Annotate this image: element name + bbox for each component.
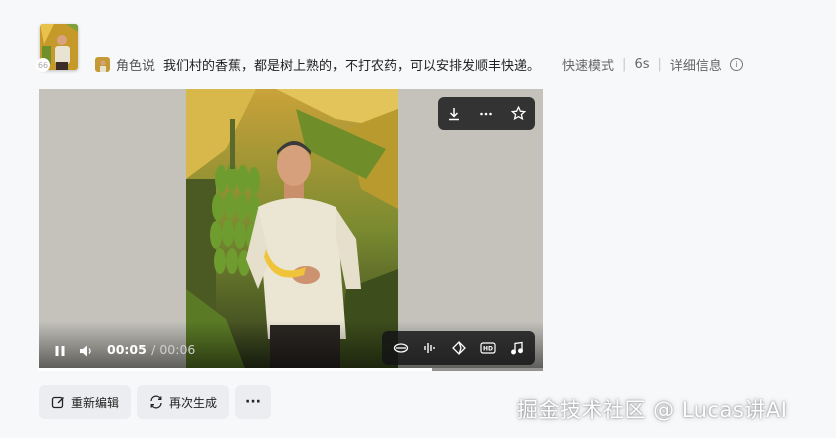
avatar-badge: 66 <box>36 58 50 72</box>
video-bottom-toolbar: HD <box>382 331 535 365</box>
regenerate-button[interactable]: 再次生成 <box>137 385 230 419</box>
current-time: 00:05 <box>107 342 147 357</box>
duration-label: 6s <box>634 56 650 72</box>
lip-sync-icon[interactable] <box>390 337 412 359</box>
time-display: 00:05 / 00:06 <box>107 342 195 357</box>
total-time: / 00:06 <box>151 342 196 357</box>
audio-wave-icon[interactable] <box>419 337 441 359</box>
playback-controls: 00:05 / 00:06 <box>53 342 195 357</box>
music-icon[interactable] <box>506 337 528 359</box>
progress-bar[interactable] <box>39 368 543 371</box>
progress-fill <box>39 368 433 371</box>
edit-icon <box>51 396 64 409</box>
role-name: 角色说 <box>116 58 156 74</box>
reedit-button[interactable]: 重新编辑 <box>39 385 132 419</box>
separator: | <box>622 56 627 72</box>
more-icon[interactable] <box>475 103 497 125</box>
pause-icon[interactable] <box>53 343 67 357</box>
separator: | <box>657 56 662 72</box>
role-avatar-icon <box>95 56 110 72</box>
diamond-icon[interactable] <box>448 337 470 359</box>
details-link[interactable]: 详细信息 <box>670 55 722 74</box>
info-icon[interactable]: i <box>729 57 743 71</box>
more-actions-button[interactable]: ··· <box>235 385 272 419</box>
star-icon[interactable] <box>508 103 530 125</box>
generation-meta-row: 角色说 我们村的香蕉，都是树上熟的，不打农药，可以安排发顺丰快递。 快速模式 |… <box>95 54 743 74</box>
action-bar: 重新编辑 再次生成 ··· <box>39 385 272 419</box>
prompt-text: 我们村的香蕉，都是树上熟的，不打农药，可以安排发顺丰快递。 <box>163 58 541 74</box>
regenerate-label: 再次生成 <box>169 395 218 410</box>
watermark: 掘金技术社区 @ Lucas讲AI <box>517 398 788 422</box>
volume-icon[interactable] <box>79 343 95 357</box>
video-top-toolbar <box>438 97 535 130</box>
mode-label: 快速模式 <box>562 58 615 74</box>
hd-icon[interactable]: HD <box>477 337 499 359</box>
svg-text:HD: HD <box>482 346 492 353</box>
video-player[interactable]: 00:05 / 00:06 HD <box>39 89 543 371</box>
reedit-label: 重新编辑 <box>71 395 120 410</box>
download-icon[interactable] <box>443 103 465 125</box>
refresh-icon <box>150 395 162 409</box>
